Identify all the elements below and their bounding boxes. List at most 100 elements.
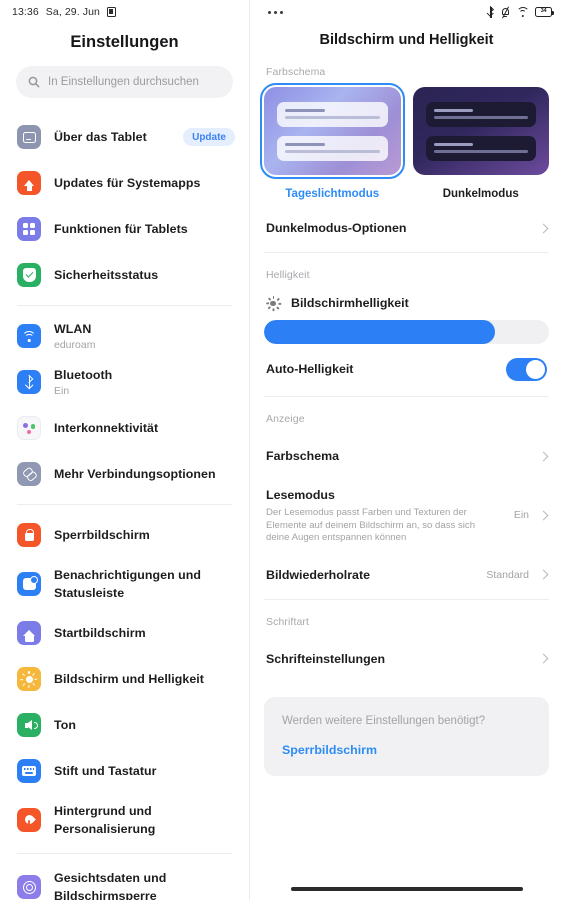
- sidebar-item-label: Sperrbildschirm: [54, 528, 150, 542]
- notifications-muted-icon: [501, 5, 510, 19]
- brightness-header: Bildschirmhelligkeit: [264, 290, 549, 320]
- update-badge[interactable]: Update: [183, 128, 235, 146]
- lock-screen-icon: [17, 523, 41, 547]
- detail-status-bar: 34: [250, 0, 563, 24]
- sidebar-item-label: Ton: [54, 718, 76, 732]
- notifications-icon: [17, 572, 41, 596]
- sidebar-item-label: Stift und Tastatur: [54, 764, 157, 778]
- theme-options: Tageslichtmodus Dunkelmodus: [259, 82, 549, 206]
- battery-icon: 34: [535, 7, 554, 17]
- sidebar-item-label: Interkonnektivität: [54, 421, 159, 435]
- sidebar-item-wlan[interactable]: WLAN eduroam: [0, 313, 249, 359]
- row-title: Farbschema: [266, 449, 340, 463]
- row-value: Ein: [513, 509, 529, 522]
- sidebar-item-label: Mehr Verbindungsoptionen: [54, 467, 216, 481]
- sidebar-divider: [17, 305, 232, 306]
- status-date: Sa, 29. Jun: [45, 6, 101, 18]
- sidebar-divider: [17, 853, 232, 854]
- sidebar-item-display-brightness[interactable]: Bildschirm und Helligkeit: [0, 656, 249, 702]
- sound-icon: [17, 713, 41, 737]
- preview-row: [425, 135, 536, 161]
- sidebar-item-interconnectivity[interactable]: Interkonnektivität: [0, 405, 249, 451]
- tablet-icon: [17, 125, 41, 149]
- row-auto-brightness[interactable]: Auto-Helligkeit: [264, 344, 549, 394]
- sidebar-item-security-status[interactable]: Sicherheitsstatus: [0, 252, 249, 298]
- row-refresh-rate[interactable]: Bildwiederholrate Standard: [264, 553, 549, 597]
- help-question: Werden weitere Einstellungen benötigt?: [282, 714, 486, 727]
- row-title: Dunkelmodus-Optionen: [266, 221, 407, 235]
- theme-option-dark[interactable]: Dunkelmodus: [412, 87, 549, 200]
- theme-preview-light[interactable]: [259, 82, 405, 180]
- search-input[interactable]: In Einstellungen durchsuchen: [16, 66, 233, 98]
- system-update-icon: [17, 171, 41, 195]
- row-value: Standard: [486, 568, 529, 581]
- sidebar-item-notifications[interactable]: Benachrichtigungen und Statusleiste: [0, 558, 249, 610]
- brightness-sun-icon: [265, 295, 281, 312]
- sidebar-item-lock-screen[interactable]: Sperrbildschirm: [0, 512, 249, 558]
- theme-option-light[interactable]: Tageslichtmodus: [259, 82, 405, 200]
- bluetooth-icon: [487, 6, 495, 18]
- sidebar-item-face-unlock[interactable]: Gesichtsdaten und Bildschirmsperre: [0, 861, 249, 900]
- sidebar-item-system-app-updates[interactable]: Updates für Systemapps: [0, 160, 249, 206]
- battery-level: 34: [540, 8, 547, 15]
- sidebar-item-label: Bildschirm und Helligkeit: [54, 672, 204, 686]
- row-dark-mode-options[interactable]: Dunkelmodus-Optionen: [264, 206, 549, 250]
- interconnectivity-icon: [17, 416, 41, 440]
- wifi-icon: [17, 324, 41, 348]
- row-title: Schrifteinstellungen: [266, 651, 386, 666]
- sidebar-item-sound[interactable]: Ton: [0, 702, 249, 748]
- pen-keyboard-icon: [17, 759, 41, 783]
- home-indicator[interactable]: [290, 886, 523, 891]
- sidebar-item-label: WLAN: [54, 322, 92, 336]
- help-link-lock-screen[interactable]: Sperrbildschirm: [282, 743, 531, 757]
- brightness-slider-label: Bildschirmhelligkeit: [291, 296, 409, 310]
- chevron-right-icon: [538, 653, 549, 664]
- sidebar-item-label: Hintergrund und Personalisierung: [54, 804, 156, 836]
- row-title: Lesemodus: [266, 488, 335, 502]
- sidebar-item-label: Benachrichtigungen und Statusleiste: [54, 568, 202, 600]
- chevron-right-icon: [538, 569, 549, 580]
- sidebar-item-label: Gesichtsdaten und Bildschirmsperre: [54, 871, 167, 900]
- section-label-color-scheme: Farbschema: [266, 66, 326, 78]
- brightness-slider-fill: [264, 320, 495, 344]
- auto-brightness-toggle[interactable]: [506, 357, 547, 381]
- preview-row: [277, 135, 388, 161]
- more-options-icon[interactable]: [266, 5, 285, 20]
- sidebar-item-wallpaper[interactable]: Hintergrund und Personalisierung: [0, 794, 249, 846]
- section-label-display: Anzeige: [266, 413, 305, 425]
- preview-row: [425, 101, 536, 127]
- brightness-slider[interactable]: [264, 320, 549, 344]
- sidebar-item-subtitle: eduroam: [54, 339, 96, 351]
- status-icons: 34: [487, 5, 554, 19]
- sidebar-item-about-tablet[interactable]: Über das Tablet Update: [0, 114, 249, 160]
- section-label-font: Schriftart: [266, 615, 310, 628]
- row-font-settings[interactable]: Schrifteinstellungen: [264, 637, 549, 681]
- sidebar-item-more-connections[interactable]: Mehr Verbindungsoptionen: [0, 451, 249, 497]
- settings-sidebar: 13:36 Sa, 29. Jun Einstellungen In Einst…: [0, 0, 250, 900]
- row-description: Der Lesemodus passt Farben und Texturen …: [266, 507, 476, 543]
- display-brightness-icon: [17, 667, 41, 691]
- theme-preview-dark[interactable]: [412, 87, 549, 175]
- page-title: Einstellungen: [70, 33, 179, 51]
- row-color-scheme[interactable]: Farbschema: [264, 434, 549, 478]
- row-title: Auto-Helligkeit: [266, 362, 354, 376]
- sidebar-item-pen-keyboard[interactable]: Stift und Tastatur: [0, 748, 249, 794]
- row-reading-mode[interactable]: Lesemodus Der Lesemodus passt Farben und…: [264, 478, 549, 553]
- more-connections-icon: [17, 462, 41, 486]
- row-title: Bildwiederholrate: [266, 567, 370, 582]
- detail-title: Bildschirm und Helligkeit: [319, 32, 494, 48]
- sidebar-item-bluetooth[interactable]: Bluetooth Ein: [0, 359, 249, 405]
- sidebar-item-tablet-features[interactable]: Funktionen für Tablets: [0, 206, 249, 252]
- chevron-right-icon: [538, 510, 549, 521]
- tablet-settings-screen: 13:36 Sa, 29. Jun Einstellungen In Einst…: [0, 0, 563, 900]
- bluetooth-icon: [17, 370, 41, 394]
- theme-label-light: Tageslichtmodus: [285, 188, 380, 200]
- sidebar-status-bar: 13:36 Sa, 29. Jun: [0, 0, 249, 24]
- screenshot-icon: [107, 7, 117, 17]
- preview-row: [277, 101, 388, 127]
- chevron-right-icon: [538, 451, 549, 461]
- sidebar-item-home-screen[interactable]: Startbildschirm: [0, 610, 249, 656]
- sidebar-list: Über das Tablet Update Updates für Syste…: [0, 114, 249, 900]
- sidebar-item-label: Über das Tablet: [54, 130, 147, 144]
- search-placeholder: In Einstellungen durchsuchen: [48, 76, 199, 88]
